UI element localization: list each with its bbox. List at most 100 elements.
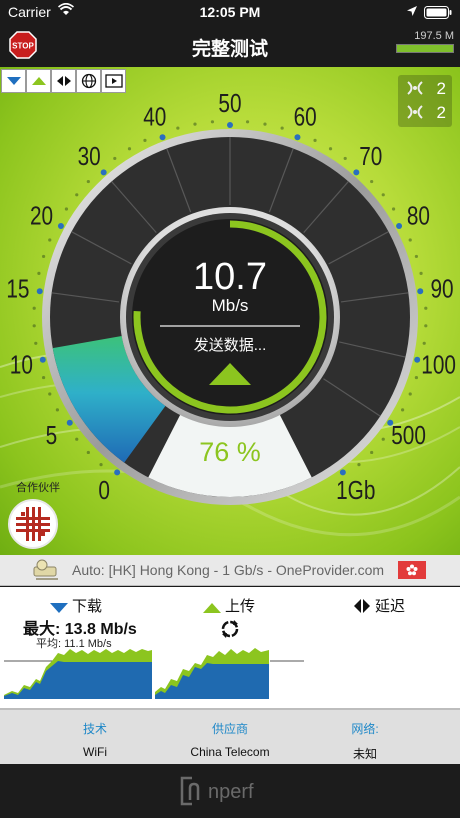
gauge-scale-label: 10 — [10, 350, 33, 379]
info-provider-label: 供应商 — [211, 722, 248, 736]
gauge-scale-label: 20 — [30, 201, 53, 230]
gauge-scale-label: 15 — [6, 274, 29, 303]
gauge-scale-label: 80 — [407, 201, 430, 230]
gauge-tick-marker — [227, 122, 233, 128]
gauge-minor-dot — [381, 193, 385, 197]
upload-header[interactable]: 上传 — [203, 595, 255, 615]
gauge-minor-dot — [127, 147, 132, 151]
info-network: 网络: 未知 — [290, 720, 440, 762]
gauge-minor-dot — [41, 375, 46, 380]
status-bar: Carrier 12:05 PM — [0, 0, 460, 26]
partner-block[interactable]: 合作伙伴 — [8, 479, 78, 549]
gauge-minor-dot — [280, 126, 284, 130]
gauge-scale-label: 70 — [359, 142, 382, 171]
gauge-tick-marker — [100, 169, 107, 176]
data-usage: 197.5 M — [396, 30, 454, 53]
gauge-tick-marker — [396, 223, 403, 230]
server-icon — [32, 558, 62, 587]
info-network-value: 未知 — [352, 747, 377, 761]
server-name: Auto: [HK] Hong Kong - 1 Gb/s - OneProvi… — [72, 562, 385, 578]
gauge-minor-dot — [34, 341, 38, 345]
retry-icon[interactable] — [220, 619, 240, 644]
gauge-minor-dot — [391, 207, 396, 211]
partner-label: 合作伙伴 — [16, 482, 60, 494]
info-technology: 技术 WiFi — [20, 720, 170, 759]
gauge-scale-label: 1Gb — [336, 476, 375, 505]
progress-percent: 76 % — [199, 437, 261, 467]
gauge-minor-dot — [75, 437, 79, 441]
hong-kong-flag-icon — [398, 561, 426, 579]
gauge-minor-dot — [328, 147, 333, 151]
download-header[interactable]: 下载 — [50, 595, 102, 615]
upload-graph — [155, 648, 269, 699]
gauge-tick-marker — [159, 134, 166, 141]
latency-icon — [354, 599, 370, 613]
speed-value: 10.7 — [193, 256, 267, 298]
page-title: 完整测试 — [191, 39, 268, 60]
gauge-scale-label: 100 — [421, 350, 456, 379]
gauge-minor-dot — [32, 324, 36, 328]
gauge-minor-dot — [357, 463, 361, 467]
latency-header[interactable]: 延迟 — [353, 595, 405, 615]
results-panel: 下载 上传 延迟 最大: 13.8 Mb/s 平均: 11.1 Mb/s — [0, 587, 460, 708]
gauge-tick-marker — [414, 356, 421, 363]
gauge-tick-marker — [36, 288, 43, 295]
gauge-minor-dot — [313, 138, 317, 143]
gauge-minor-dot — [400, 408, 405, 412]
gauge-minor-dot — [414, 254, 419, 259]
gauge-minor-dot — [424, 306, 428, 310]
gauge-minor-dot — [86, 179, 90, 184]
info-provider: 供应商 China Telecom — [155, 720, 305, 759]
gauge-minor-dot — [176, 126, 180, 130]
latency-label: 延迟 — [375, 598, 406, 615]
gauge-tick-marker — [339, 469, 346, 476]
info-technology-label: 技术 — [82, 722, 107, 736]
upload-icon — [203, 603, 221, 613]
footer: nperf — [0, 764, 460, 818]
gauge-minor-dot — [414, 375, 419, 380]
gauge-tick-marker — [294, 134, 301, 141]
download-graph — [4, 649, 152, 699]
gauge-minor-dot — [408, 238, 412, 242]
server-selector[interactable]: Auto: [HK] Hong Kong - 1 Gb/s - OneProvi… — [0, 555, 460, 586]
gauge-tick-marker — [66, 419, 73, 426]
partner-logo[interactable] — [8, 499, 58, 549]
gauge-minor-dot — [210, 120, 215, 124]
download-label: 下载 — [72, 598, 103, 615]
gauge-scale-label: 5 — [46, 421, 58, 450]
nperf-logo: nperf — [180, 776, 254, 806]
gauge-scale-label: 500 — [391, 421, 426, 450]
gauge-tick-marker — [57, 223, 64, 230]
gauge-minor-dot — [143, 138, 147, 143]
gauge-tick-marker — [417, 288, 424, 295]
clock: 12:05 PM — [199, 4, 261, 20]
connection-info: 技术 WiFi 供应商 China Telecom 网络: 未知 — [0, 708, 460, 764]
info-provider-value: China Telecom — [190, 745, 270, 759]
gauge-scale-label: 0 — [98, 476, 110, 505]
speed-unit: Mb/s — [212, 296, 249, 315]
gauge-minor-dot — [37, 271, 41, 275]
gauge-center-face — [132, 219, 328, 415]
battery-icon — [424, 6, 452, 22]
gauge-minor-dot — [193, 122, 197, 126]
gauge-minor-dot — [370, 179, 374, 184]
gauge-minor-dot — [99, 463, 103, 467]
speed-gauge-panel: 2 2 10.7 Mb/s 发送数据... 76 % 0 5 10 15 20 … — [0, 67, 460, 555]
gauge-scale-label: 50 — [218, 89, 241, 118]
gauge-minor-dot — [370, 450, 374, 455]
gauge-minor-dot — [424, 324, 428, 328]
upload-label: 上传 — [225, 598, 256, 615]
gauge-minor-dot — [343, 156, 347, 161]
gauge-minor-dot — [32, 306, 36, 310]
data-usage-bar — [396, 44, 454, 53]
data-usage-value: 197.5 M — [414, 30, 454, 42]
gauge-minor-dot — [75, 193, 79, 197]
gauge-minor-dot — [86, 450, 90, 455]
gauge-scale-label: 30 — [78, 142, 101, 171]
gauge-minor-dot — [245, 120, 250, 124]
info-technology-value: WiFi — [83, 745, 107, 759]
download-icon — [50, 603, 68, 613]
gauge-minor-dot — [419, 271, 423, 275]
gauge-minor-dot — [113, 156, 117, 161]
gauge-minor-dot — [55, 408, 60, 412]
